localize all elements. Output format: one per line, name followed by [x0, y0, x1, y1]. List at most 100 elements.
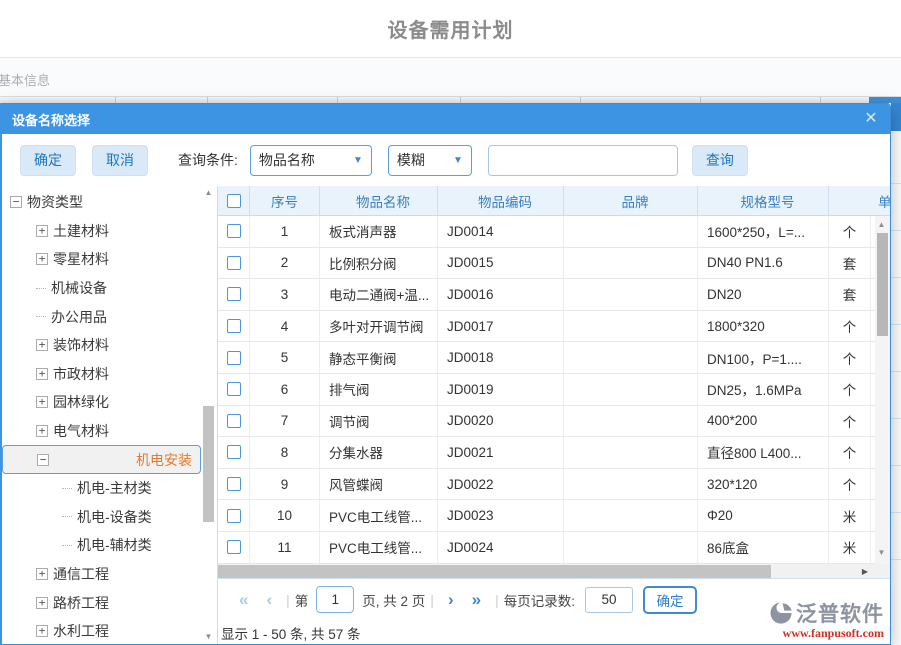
tree-item-15[interactable]: +水利工程 — [2, 617, 217, 644]
column-header-spec[interactable]: 规格型号 — [698, 186, 829, 215]
row-checkbox[interactable] — [227, 540, 241, 554]
tree-item-13[interactable]: +通信工程 — [2, 560, 217, 589]
row-checkbox[interactable] — [227, 256, 241, 270]
scroll-up-icon[interactable]: ▲ — [202, 188, 215, 198]
table-row[interactable]: 9风管蝶阀JD0022320*120个 — [218, 469, 890, 501]
cell-spec: 1800*320 — [698, 311, 829, 342]
tree-item-label: 装饰材料 — [53, 335, 109, 355]
tree-item-1[interactable]: +土建材料 — [2, 217, 217, 246]
column-header-unit[interactable]: 单位 — [829, 186, 890, 215]
h-scrollbar-thumb[interactable] — [218, 565, 771, 578]
column-header-brand[interactable]: 品牌 — [564, 186, 698, 215]
table-row[interactable]: 5静态平衡阀JD0018DN100，P=1....个 — [218, 342, 890, 374]
tree-item-0[interactable]: −物资类型 — [2, 188, 217, 217]
prev-page-icon[interactable]: ‹ — [266, 591, 272, 608]
table-horizontal-scrollbar[interactable]: ▶ — [218, 564, 890, 579]
cell-spec: 320*120 — [698, 469, 829, 500]
tree-item-8[interactable]: +电气材料 — [2, 417, 217, 446]
cell-unit: 个 — [829, 406, 871, 437]
expand-icon[interactable]: + — [36, 339, 48, 351]
column-header-code[interactable]: 物品编码 — [438, 186, 564, 215]
cell-unit: 套 — [829, 279, 871, 310]
table-row[interactable]: 2比例积分阀JD0015DN40 PN1.6套 — [218, 248, 890, 280]
next-page-icon[interactable]: › — [448, 591, 454, 608]
expand-icon[interactable]: + — [36, 597, 48, 609]
tree-item-4[interactable]: 办公用品 — [2, 302, 217, 331]
table-row[interactable]: 6排气阀JD0019DN25，1.6MPa个 — [218, 374, 890, 406]
cell-no: 5 — [250, 342, 320, 373]
cell-brand — [564, 469, 698, 500]
row-checkbox[interactable] — [227, 287, 241, 301]
tree-item-label: 机械设备 — [51, 278, 107, 298]
expand-icon[interactable]: + — [36, 253, 48, 265]
page-size-apply-button[interactable]: 确定 — [643, 586, 697, 614]
table-body: 1板式消声器JD00141600*250，L=...个2比例积分阀JD0015D… — [218, 216, 890, 564]
column-header-name[interactable]: 物品名称 — [320, 186, 438, 215]
row-checkbox[interactable] — [227, 445, 241, 459]
table-row[interactable]: 7调节阀JD0020400*200个 — [218, 406, 890, 438]
table-row[interactable]: 3电动二通阀+温...JD0016DN20套 — [218, 279, 890, 311]
cell-brand — [564, 248, 698, 279]
tree-item-9[interactable]: −机电安装 — [2, 445, 201, 474]
row-checkbox[interactable] — [227, 351, 241, 365]
table-row[interactable]: 1板式消声器JD00141600*250，L=...个 — [218, 216, 890, 248]
first-page-icon[interactable]: « — [239, 591, 248, 608]
page-number-input[interactable] — [316, 586, 354, 613]
tree-item-11[interactable]: 机电-设备类 — [2, 503, 217, 532]
tree-item-5[interactable]: + 装饰材料 — [2, 331, 217, 360]
cell-name: 调节阀 — [320, 406, 438, 437]
vendor-logo-icon — [768, 600, 794, 626]
field-select[interactable]: 物品名称 ▼ — [250, 145, 372, 176]
tree-item-7[interactable]: +园林绿化 — [2, 388, 217, 417]
table-row[interactable]: 8分集水器JD0021直径800 L400...个 — [218, 437, 890, 469]
expand-icon[interactable]: + — [36, 396, 48, 408]
confirm-button[interactable]: 确定 — [20, 145, 76, 176]
table-vertical-scrollbar[interactable]: ▲ ▼ — [875, 216, 890, 564]
tree-item-2[interactable]: +零星材料 — [2, 245, 217, 274]
last-page-icon[interactable]: » — [472, 591, 481, 608]
dialog-titlebar[interactable]: 设备名称选择 ✕ — [2, 104, 890, 134]
scroll-down-icon[interactable]: ▼ — [875, 548, 888, 558]
row-checkbox[interactable] — [227, 224, 241, 238]
tree-item-6[interactable]: +市政材料 — [2, 360, 217, 389]
page-size-input[interactable] — [585, 587, 633, 613]
search-input[interactable] — [488, 145, 678, 176]
tree-item-10[interactable]: 机电-主材类 — [2, 474, 217, 503]
column-header-no[interactable]: 序号 — [250, 186, 320, 215]
search-button[interactable]: 查询 — [692, 145, 748, 176]
cell-brand — [564, 216, 698, 247]
scroll-down-icon[interactable]: ▼ — [202, 632, 215, 642]
scroll-right-icon[interactable]: ▶ — [862, 567, 868, 576]
expand-icon[interactable]: + — [36, 568, 48, 580]
scroll-up-icon[interactable]: ▲ — [875, 220, 888, 230]
tree-scrollbar-thumb[interactable] — [203, 406, 214, 522]
select-all-checkbox[interactable] — [227, 194, 241, 208]
row-checkbox[interactable] — [227, 414, 241, 428]
cell-code: JD0014 — [438, 216, 564, 247]
tree-item-12[interactable]: 机电-辅材类 — [2, 531, 217, 560]
expand-icon[interactable]: + — [36, 425, 48, 437]
cell-no: 11 — [250, 532, 320, 563]
table-scrollbar-thumb[interactable] — [877, 233, 888, 336]
table-row[interactable]: 10PVC电工线管...JD0023Φ20米 — [218, 500, 890, 532]
tree-item-14[interactable]: +路桥工程 — [2, 588, 217, 617]
tree-item-3[interactable]: 机械设备 — [2, 274, 217, 303]
row-checkbox[interactable] — [227, 477, 241, 491]
table-row[interactable]: 4多叶对开调节阀JD00171800*320个 — [218, 311, 890, 343]
table-row[interactable]: 11PVC电工线管...JD002486底盒米 — [218, 532, 890, 564]
row-checkbox[interactable] — [227, 509, 241, 523]
items-table: 序号 物品名称 物品编码 品牌 规格型号 单位 1板式消声器JD00141600… — [218, 186, 890, 644]
close-icon[interactable]: ✕ — [862, 111, 880, 127]
row-checkbox[interactable] — [227, 382, 241, 396]
collapse-icon[interactable]: − — [10, 196, 22, 208]
row-checkbox[interactable] — [227, 319, 241, 333]
match-mode-select[interactable]: 模糊 ▼ — [388, 145, 472, 176]
expand-icon[interactable]: + — [36, 625, 48, 637]
cell-name: PVC电工线管... — [320, 532, 438, 563]
expand-icon[interactable]: + — [36, 225, 48, 237]
cancel-button[interactable]: 取消 — [92, 145, 148, 176]
collapse-icon[interactable]: − — [37, 454, 49, 466]
tree-scrollbar[interactable]: ▲ ▼ — [202, 188, 215, 642]
expand-icon[interactable]: + — [36, 368, 48, 380]
page-total-label: 页, 共 2 页 — [362, 590, 425, 610]
